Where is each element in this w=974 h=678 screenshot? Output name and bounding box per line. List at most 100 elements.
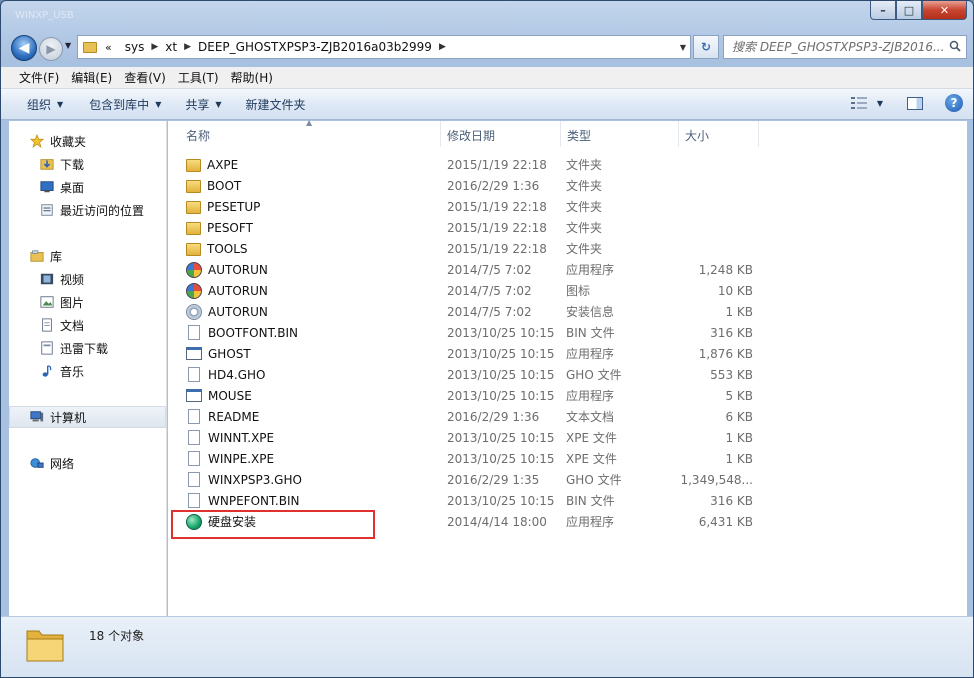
column-header-type[interactable]: 类型: [561, 121, 679, 147]
refresh-button[interactable]: ↻: [693, 35, 719, 59]
breadcrumb-item-xt[interactable]: xt: [165, 40, 177, 54]
file-row[interactable]: AUTORUN 2014/7/5 7:02 安装信息 1 KB: [168, 301, 768, 322]
file-row[interactable]: AXPE 2015/1/19 22:18 文件夹: [168, 154, 768, 175]
app-icon: [186, 347, 202, 360]
file-icon: [188, 367, 200, 382]
help-icon[interactable]: ?: [945, 94, 963, 112]
explorer-window: WINXP_USB – □ ✕ ◀ ▶ ▼ « sys ▶ xt ▶ DEEP_…: [0, 0, 974, 678]
file-date: 2013/10/25 10:15: [447, 346, 555, 361]
file-date: 2014/7/5 7:02: [447, 304, 532, 319]
menu-edit[interactable]: 编辑(E): [65, 69, 118, 86]
search-icon[interactable]: [949, 40, 961, 52]
file-date: 2013/10/25 10:15: [447, 325, 555, 340]
file-name-cell[interactable]: WINNT.XPE: [168, 430, 441, 445]
include-library-label: 包含到库中: [89, 97, 150, 112]
file-row[interactable]: WNPEFONT.BIN 2013/10/25 10:15 BIN 文件 316 KB: [168, 490, 768, 511]
close-button[interactable]: ✕: [922, 1, 967, 20]
search-box[interactable]: [723, 35, 967, 59]
file-name-cell[interactable]: TOOLS: [168, 242, 441, 256]
title-bar[interactable]: WINXP_USB – □ ✕: [1, 1, 973, 29]
recent-pages-dropdown[interactable]: ▼: [65, 41, 71, 50]
nav-documents[interactable]: 文档: [9, 315, 166, 335]
file-name-cell[interactable]: WINPE.XPE: [168, 451, 441, 466]
nav-pictures[interactable]: 图片: [9, 292, 166, 312]
file-type: 应用程序: [566, 263, 615, 277]
file-name-cell[interactable]: PESOFT: [168, 221, 441, 235]
maximize-button[interactable]: □: [896, 1, 922, 20]
file-type: XPE 文件: [566, 452, 617, 466]
file-row[interactable]: WINNT.XPE 2013/10/25 10:15 XPE 文件 1 KB: [168, 427, 768, 448]
file-name: PESOFT: [207, 220, 253, 235]
file-name-cell[interactable]: AUTORUN: [168, 282, 441, 299]
breadcrumb-item-sys[interactable]: sys: [125, 40, 145, 54]
file-name: WNPEFONT.BIN: [208, 493, 300, 508]
address-bar[interactable]: « sys ▶ xt ▶ DEEP_GHOSTXPSP3-ZJB2016a03b…: [77, 35, 691, 59]
file-row[interactable]: MOUSE 2013/10/25 10:15 应用程序 5 KB: [168, 385, 768, 406]
file-name-cell[interactable]: HD4.GHO: [168, 367, 441, 382]
file-row[interactable]: AUTORUN 2014/7/5 7:02 应用程序 1,248 KB: [168, 259, 768, 280]
breadcrumb-separator-icon[interactable]: ▶: [151, 42, 158, 52]
nav-libraries[interactable]: 库: [9, 246, 166, 266]
search-input[interactable]: [724, 36, 944, 58]
highlight-box: [171, 510, 375, 539]
menu-tools[interactable]: 工具(T): [172, 69, 225, 86]
file-row[interactable]: TOOLS 2015/1/19 22:18 文件夹: [168, 238, 768, 259]
file-name: HD4.GHO: [208, 367, 266, 382]
file-name-cell[interactable]: README: [168, 409, 441, 424]
back-button[interactable]: ◀: [11, 35, 37, 61]
file-name-cell[interactable]: WNPEFONT.BIN: [168, 493, 441, 508]
file-row[interactable]: BOOT 2016/2/29 1:36 文件夹: [168, 175, 768, 196]
nav-desktop[interactable]: 桌面: [9, 177, 166, 197]
nav-recent-places[interactable]: 最近访问的位置: [9, 200, 166, 220]
file-row[interactable]: README 2016/2/29 1:36 文本文档 6 KB: [168, 406, 768, 427]
preview-pane-icon[interactable]: [907, 96, 923, 110]
column-header-date[interactable]: 修改日期: [441, 121, 561, 147]
file-name-cell[interactable]: WINXPSP3.GHO: [168, 472, 441, 487]
breadcrumb-separator-icon[interactable]: ▶: [184, 42, 191, 52]
file-row[interactable]: GHOST 2013/10/25 10:15 应用程序 1,876 KB: [168, 343, 768, 364]
file-row[interactable]: PESOFT 2015/1/19 22:18 文件夹: [168, 217, 768, 238]
file-name: PESETUP: [207, 199, 261, 214]
file-date: 2013/10/25 10:15: [447, 388, 555, 403]
minimize-button[interactable]: –: [870, 1, 896, 20]
file-name-cell[interactable]: PESETUP: [168, 200, 441, 214]
include-in-library-button[interactable]: 包含到库中 ▼: [79, 96, 171, 113]
column-header-size[interactable]: 大小: [679, 121, 759, 147]
nav-xunlei-downloads[interactable]: 迅雷下载: [9, 338, 166, 358]
nav-favorites[interactable]: 收藏夹: [9, 131, 166, 151]
file-row[interactable]: WINXPSP3.GHO 2016/2/29 1:35 GHO 文件 1,349,54…: [168, 469, 768, 490]
file-name-cell[interactable]: BOOTFONT.BIN: [168, 325, 441, 340]
nav-computer[interactable]: 计算机: [9, 406, 166, 428]
share-button[interactable]: 共享 ▼: [175, 96, 231, 113]
nav-network[interactable]: 网络: [9, 453, 166, 473]
address-history-dropdown[interactable]: ▼: [680, 43, 686, 52]
file-name-cell[interactable]: AUTORUN: [168, 261, 441, 278]
file-row[interactable]: PESETUP 2015/1/19 22:18 文件夹: [168, 196, 768, 217]
file-name-cell[interactable]: AUTORUN: [168, 303, 441, 320]
file-row[interactable]: BOOTFONT.BIN 2013/10/25 10:15 BIN 文件 316 KB: [168, 322, 768, 343]
file-icon: [188, 325, 200, 340]
nav-videos[interactable]: 视频: [9, 269, 166, 289]
menu-file[interactable]: 文件(F): [13, 69, 65, 86]
file-name-cell[interactable]: AXPE: [168, 158, 441, 172]
column-header-name[interactable]: 名称: [168, 121, 441, 147]
back-arrow-icon: ◀: [18, 40, 30, 56]
file-row[interactable]: WINPE.XPE 2013/10/25 10:15 XPE 文件 1 KB: [168, 448, 768, 469]
file-name-cell[interactable]: MOUSE: [168, 389, 441, 403]
file-row[interactable]: HD4.GHO 2013/10/25 10:15 GHO 文件 553 KB: [168, 364, 768, 385]
breadcrumb-item-current[interactable]: DEEP_GHOSTXPSP3-ZJB2016a03b2999: [198, 40, 432, 54]
nav-music[interactable]: 音乐: [9, 361, 166, 381]
menu-help[interactable]: 帮助(H): [225, 69, 279, 86]
file-row[interactable]: AUTORUN 2014/7/5 7:02 图标 10 KB: [168, 280, 768, 301]
nav-downloads[interactable]: 下载: [9, 154, 166, 174]
forward-button[interactable]: ▶: [39, 37, 63, 61]
file-name-cell[interactable]: GHOST: [168, 347, 441, 361]
breadcrumb-separator-icon[interactable]: ▶: [439, 42, 446, 52]
file-name-cell[interactable]: BOOT: [168, 179, 441, 193]
view-options-dropdown[interactable]: ▼: [877, 99, 883, 108]
breadcrumb-overflow-chevron[interactable]: «: [105, 41, 112, 54]
new-folder-button[interactable]: 新建文件夹: [236, 96, 316, 113]
change-view-icon[interactable]: [850, 97, 867, 109]
menu-view[interactable]: 查看(V): [118, 69, 172, 86]
organize-button[interactable]: 组织 ▼: [17, 96, 73, 113]
